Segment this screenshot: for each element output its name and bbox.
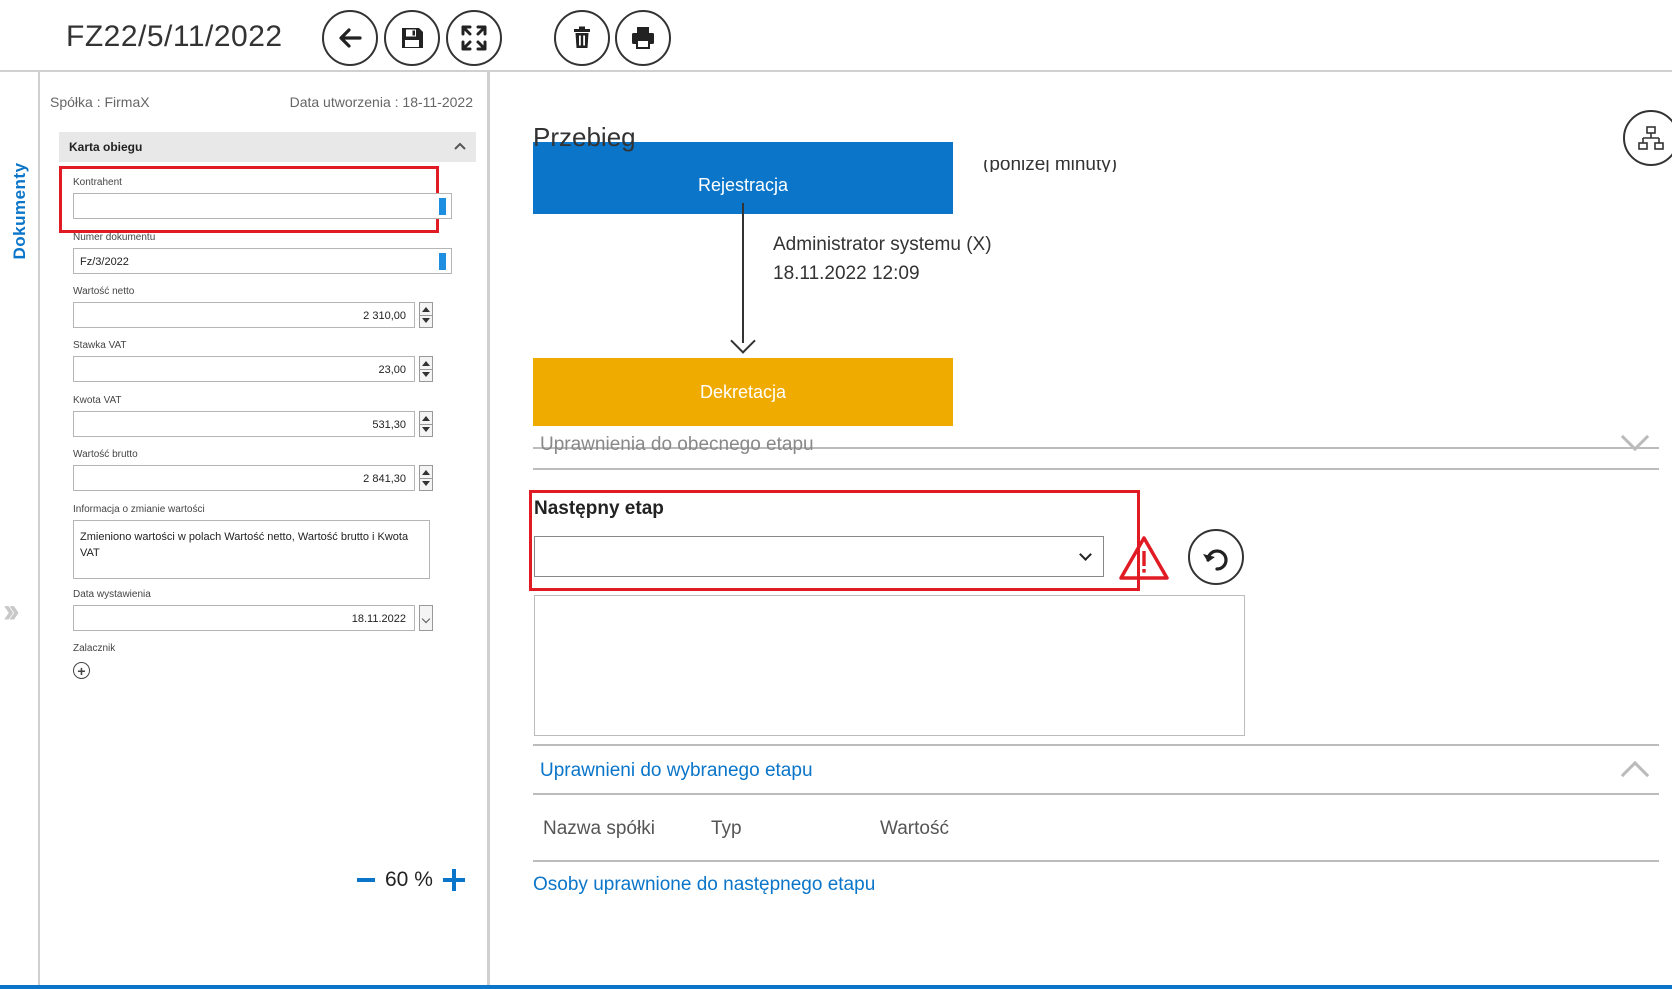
comment-textarea[interactable] xyxy=(534,595,1245,736)
expand-arrows-icon xyxy=(461,25,487,51)
step-actor: Administrator systemu (X) 18.11.2022 12:… xyxy=(773,230,992,288)
column-header-type[interactable]: Typ xyxy=(711,818,742,840)
brutto-label: Wartość brutto xyxy=(73,449,138,460)
workflow-panel: Rejestracja (poniżej minuty) Przebieg Ad… xyxy=(493,72,1672,986)
document-title: FZ22/5/11/2022 xyxy=(66,20,283,53)
accordion-current-stage[interactable]: Uprawnienia do obecnego etapu xyxy=(540,434,814,456)
divider xyxy=(533,468,1659,470)
kontrahent-label: Kontrahent xyxy=(73,177,122,188)
zoom-control: 60 % xyxy=(357,868,465,892)
next-stage-select[interactable] xyxy=(534,536,1104,577)
print-button[interactable] xyxy=(615,10,671,66)
company-label: Spółka : FirmaX xyxy=(50,94,150,110)
toolbar-header: FZ22/5/11/2022 xyxy=(0,0,1672,72)
section-title-przebieg: Przebieg xyxy=(533,122,636,152)
numer-dokumentu-field[interactable]: Fz/3/2022 xyxy=(73,248,452,274)
bottom-accent-bar xyxy=(0,985,1672,989)
zoom-in-button[interactable] xyxy=(442,869,465,891)
kontrahent-field[interactable] xyxy=(73,193,452,219)
info-label: Informacja o zmianie wartości xyxy=(73,504,205,515)
brutto-stepper[interactable] xyxy=(419,465,433,491)
section-header-karta-obiegu[interactable]: Karta obiegu xyxy=(59,132,476,162)
netto-stepper[interactable] xyxy=(419,302,433,328)
chevron-down-icon xyxy=(1079,548,1092,561)
divider xyxy=(533,860,1659,862)
wartosc-netto-field[interactable]: 2 310,00 xyxy=(73,302,415,328)
step-duration-note: (poniżej minuty) xyxy=(983,160,1117,172)
document-form-panel: Spółka : FirmaX Data utworzenia : 18-11-… xyxy=(41,72,490,986)
next-stage-users-link[interactable]: Osoby uprawnione do następnego etapu xyxy=(533,874,875,896)
divider xyxy=(533,793,1659,795)
trash-icon xyxy=(574,26,590,48)
netto-label: Wartość netto xyxy=(73,286,135,297)
tab-dokumenty-label: Dokumenty xyxy=(10,162,29,260)
step-dekretacja-label: Dekretacja xyxy=(699,382,787,402)
add-attachment-icon[interactable]: + xyxy=(73,662,90,679)
back-button[interactable] xyxy=(322,10,378,66)
numer-label: Numer dokumentu xyxy=(73,232,156,243)
date-picker-button[interactable] xyxy=(419,605,433,631)
date-value: 18.11.2022 xyxy=(351,613,406,625)
vat-amount-label: Kwota VAT xyxy=(73,395,122,406)
step-rejestracja-label: Rejestracja xyxy=(697,175,789,195)
kwota-vat-field[interactable]: 531,30 xyxy=(73,411,415,437)
printer-icon xyxy=(632,27,654,49)
section-title: Karta obiegu xyxy=(69,140,143,154)
netto-value: 2 310,00 xyxy=(363,310,406,322)
stawka-vat-field[interactable]: 23,00 xyxy=(73,356,415,382)
workflow-diagram-button[interactable] xyxy=(1623,110,1672,166)
undo-button[interactable] xyxy=(1188,529,1244,585)
created-date-label: Data utworzenia : 18-11-2022 xyxy=(289,94,473,110)
vat-rate-stepper[interactable] xyxy=(419,356,433,382)
actor-name: Administrator systemu (X) xyxy=(773,234,992,255)
org-chart-icon xyxy=(1638,126,1664,150)
column-header-company[interactable]: Nazwa spółki xyxy=(543,818,655,840)
delete-button[interactable] xyxy=(554,10,610,66)
brutto-value: 2 841,30 xyxy=(363,473,406,485)
column-header-value[interactable]: Wartość xyxy=(880,818,949,840)
date-label: Data wystawienia xyxy=(73,589,151,600)
attachment-label: Zalacznik xyxy=(73,643,116,654)
numer-value: Fz/3/2022 xyxy=(80,256,129,268)
arrow-left-icon xyxy=(339,28,362,48)
lookup-marker[interactable] xyxy=(439,198,446,215)
lookup-marker[interactable] xyxy=(439,253,446,270)
chevron-up-icon[interactable] xyxy=(1620,760,1650,790)
next-stage-label: Następny etap xyxy=(534,498,664,519)
actor-timestamp: 18.11.2022 12:09 xyxy=(773,263,920,284)
save-button[interactable] xyxy=(384,10,440,66)
data-wystawienia-field[interactable]: 18.11.2022 xyxy=(73,605,415,631)
vat-rate-value: 23,00 xyxy=(378,364,406,376)
vat-amount-stepper[interactable] xyxy=(419,411,433,437)
tab-dokumenty[interactable]: Dokumenty xyxy=(8,156,32,266)
zoom-out-button[interactable] xyxy=(357,878,375,882)
floppy-disk-icon xyxy=(402,28,423,48)
zoom-level: 60 % xyxy=(385,868,433,891)
accordion-selected-stage[interactable]: Uprawnieni do wybranego etapu xyxy=(540,760,813,782)
step-duration-text: (poniżej minuty) xyxy=(983,160,1118,172)
flow-arrow-icon xyxy=(730,328,756,354)
undo-icon xyxy=(1203,549,1228,571)
divider xyxy=(533,744,1659,746)
chevron-up-icon xyxy=(454,142,466,150)
fullscreen-button[interactable] xyxy=(446,10,502,66)
flow-connector xyxy=(742,203,744,343)
warning-icon xyxy=(1119,536,1169,580)
side-strip: Dokumenty ›› xyxy=(0,72,40,986)
vat-amount-value: 531,30 xyxy=(372,419,406,431)
info-textarea[interactable]: Zmieniono wartości w polach Wartość nett… xyxy=(73,520,430,579)
vat-rate-label: Stawka VAT xyxy=(73,340,127,351)
wartosc-brutto-field[interactable]: 2 841,30 xyxy=(73,465,415,491)
step-dekretacja[interactable]: Dekretacja xyxy=(533,358,953,426)
expand-panel-icon[interactable]: ›› xyxy=(3,592,19,631)
